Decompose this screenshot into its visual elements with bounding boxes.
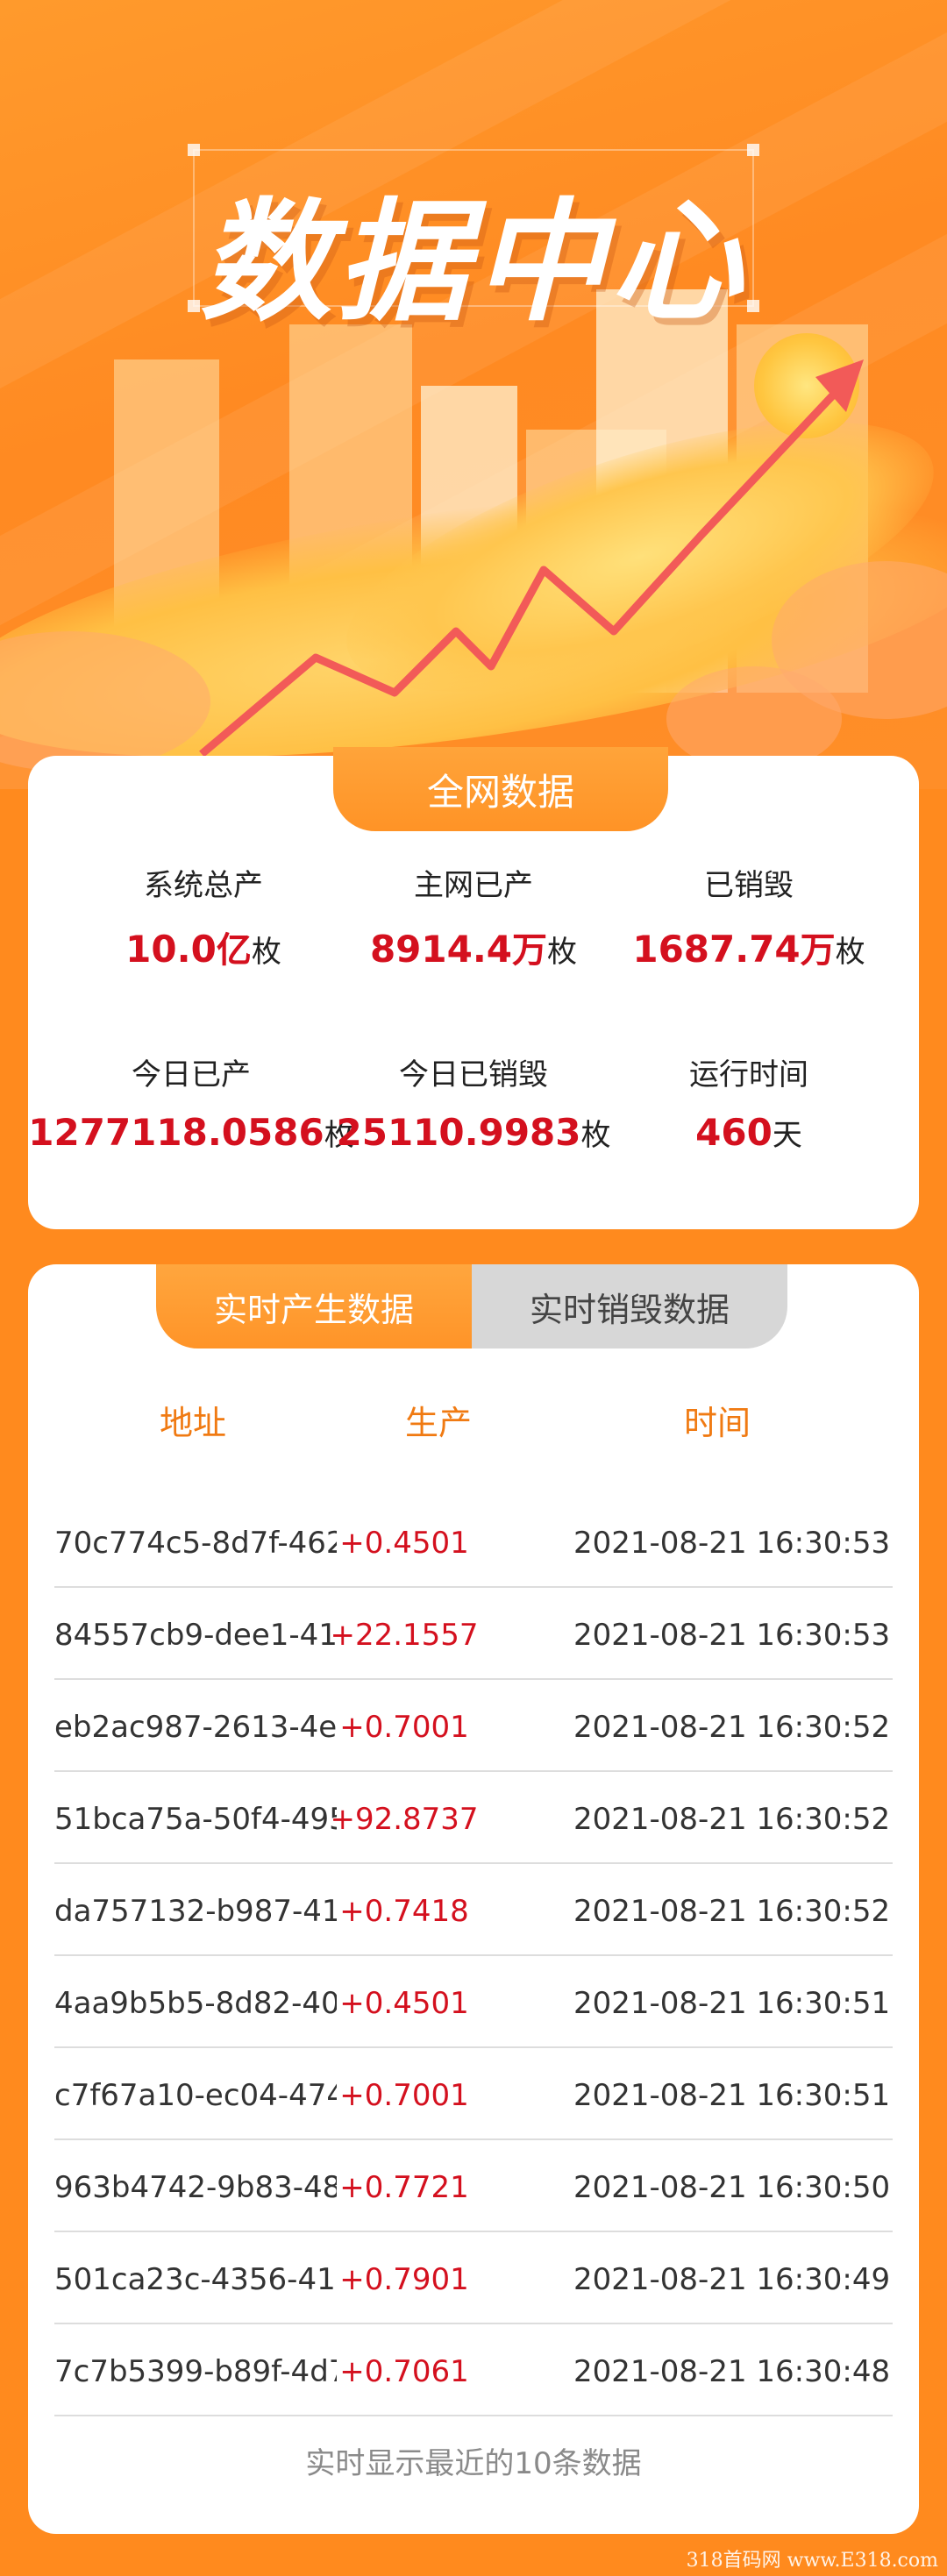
row-production: +0.7061 <box>339 2354 469 2389</box>
table-row: 501ca23c-4356-418 +0.7901 2021-08-21 16:… <box>54 2232 893 2324</box>
tab-realtime-destroyed[interactable]: 实时销毁数据 <box>472 1264 787 1348</box>
hero-banner: 数据中心 <box>0 0 947 789</box>
row-production: +0.7001 <box>339 2078 469 2113</box>
stat-value: 8914.4 <box>369 928 513 971</box>
row-time: 2021-08-21 16:30:49 <box>573 2262 891 2297</box>
stat-suffix: 枚 <box>835 935 865 970</box>
row-production: +0.7721 <box>339 2170 469 2205</box>
stat-suffix: 天 <box>772 1118 802 1153</box>
row-production: +0.7418 <box>339 1894 469 1929</box>
row-time: 2021-08-21 16:30:51 <box>573 1986 891 2021</box>
row-production: +0.7901 <box>339 2262 469 2297</box>
row-address: 7c7b5399-b89f-4d7 <box>54 2354 337 2389</box>
stat-unit: 亿 <box>216 930 252 971</box>
row-time: 2021-08-21 16:30:48 <box>573 2354 891 2389</box>
watermark: 318首码网 www.E318.com <box>686 2550 938 2572</box>
row-time: 2021-08-21 16:30:51 <box>573 2078 891 2113</box>
network-stats-card: 全网数据 系统总产 10.0亿枚 主网已产 8914.4万枚 已销毁 1687.… <box>28 747 919 1229</box>
row-address: 70c774c5-8d7f-462a <box>54 1526 337 1561</box>
row-time: 2021-08-21 16:30:52 <box>573 1894 891 1929</box>
realtime-tabs: 实时产生数据 实时销毁数据 <box>156 1264 787 1348</box>
stat-label: 已销毁 <box>704 868 794 903</box>
realtime-data-card: 实时产生数据 实时销毁数据 地址 生产 时间 70c774c5-8d7f-462… <box>28 1264 919 2534</box>
row-time: 2021-08-21 16:30:52 <box>573 1802 891 1837</box>
footer-note: 实时显示最近的10条数据 <box>305 2446 642 2481</box>
stat-unit: 万 <box>512 930 548 971</box>
column-header-production: 生产 <box>405 1404 473 1442</box>
stat-value: 10.0 <box>125 928 217 971</box>
table-row: 7c7b5399-b89f-4d7 +0.7061 2021-08-21 16:… <box>54 2324 893 2416</box>
stat-destroyed: 已销毁 1687.74万枚 <box>586 861 912 972</box>
row-address: eb2ac987-2613-4e4 <box>54 1710 337 1745</box>
stat-unit: 万 <box>800 930 836 971</box>
table-row: 4aa9b5b5-8d82-40c +0.4501 2021-08-21 16:… <box>54 1956 893 2048</box>
stat-suffix: 枚 <box>251 935 281 970</box>
row-production: +0.4501 <box>339 1526 469 1561</box>
stat-value: 1277118.0586 <box>28 1111 324 1154</box>
stat-suffix: 枚 <box>547 935 578 970</box>
page-title: 数据中心 <box>199 187 747 339</box>
row-address: 84557cb9-dee1-413 <box>54 1618 337 1653</box>
table-header: 地址 生产 时间 <box>28 1396 919 1448</box>
stat-value: 460 <box>695 1111 773 1154</box>
table-row: 70c774c5-8d7f-462a +0.4501 2021-08-21 16… <box>54 1496 893 1588</box>
stat-uptime: 运行时间 460天 <box>586 1050 912 1154</box>
network-stats-tab: 全网数据 <box>333 747 668 831</box>
row-time: 2021-08-21 16:30:50 <box>573 2170 891 2205</box>
stat-label: 运行时间 <box>689 1057 808 1092</box>
row-address: c7f67a10-ec04-474f <box>54 2078 337 2113</box>
row-time: 2021-08-21 16:30:52 <box>573 1710 891 1745</box>
row-address: 501ca23c-4356-418 <box>54 2262 337 2297</box>
row-production: +0.7001 <box>339 1710 469 1745</box>
row-address: da757132-b987-417 <box>54 1894 337 1929</box>
table-row: 51bca75a-50f4-495 +92.8737 2021-08-21 16… <box>54 1772 893 1864</box>
stat-value: 1687.74 <box>632 928 801 971</box>
table-row: 84557cb9-dee1-413 +22.1557 2021-08-21 16… <box>54 1588 893 1680</box>
row-production: +0.4501 <box>339 1986 469 2021</box>
table-row: 963b4742-9b83-48c +0.7721 2021-08-21 16:… <box>54 2140 893 2232</box>
row-production: +22.1557 <box>330 1618 479 1653</box>
column-header-time: 时间 <box>684 1404 751 1442</box>
tab-realtime-produced[interactable]: 实时产生数据 <box>156 1264 472 1348</box>
row-address: 51bca75a-50f4-495 <box>54 1802 337 1837</box>
table-row: c7f67a10-ec04-474f +0.7001 2021-08-21 16… <box>54 2048 893 2140</box>
row-address: 4aa9b5b5-8d82-40c <box>54 1986 337 2021</box>
column-header-address: 地址 <box>160 1404 227 1442</box>
row-time: 2021-08-21 16:30:53 <box>573 1526 891 1561</box>
table-row: da757132-b987-417 +0.7418 2021-08-21 16:… <box>54 1864 893 1956</box>
table-body: 70c774c5-8d7f-462a +0.4501 2021-08-21 16… <box>54 1496 893 2416</box>
trend-arrow-icon <box>199 359 864 758</box>
row-production: +92.8737 <box>330 1802 479 1837</box>
table-row: eb2ac987-2613-4e4 +0.7001 2021-08-21 16:… <box>54 1680 893 1772</box>
row-time: 2021-08-21 16:30:53 <box>573 1618 891 1653</box>
row-address: 963b4742-9b83-48c <box>54 2170 337 2205</box>
stat-value: 25110.9983 <box>336 1111 581 1154</box>
